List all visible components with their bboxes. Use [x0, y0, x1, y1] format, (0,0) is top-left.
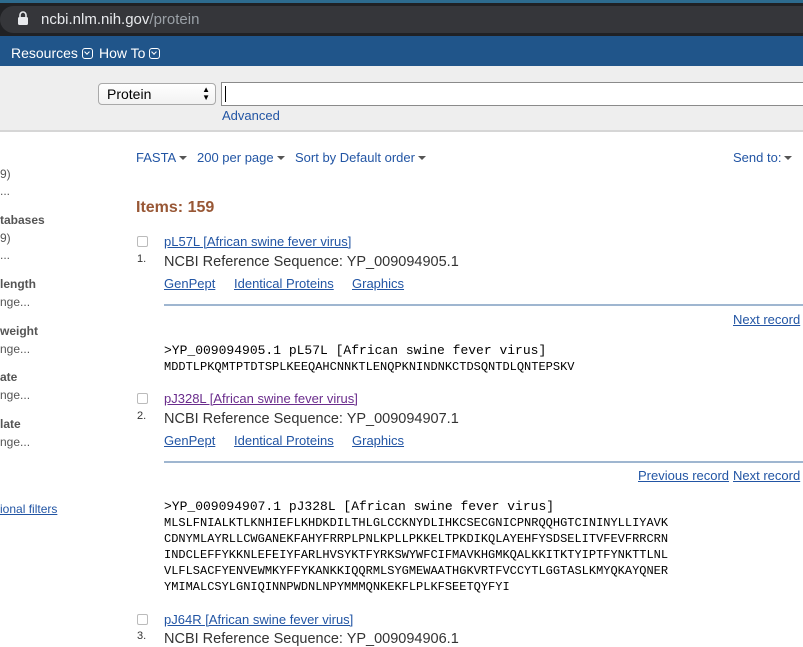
lock-icon — [18, 11, 28, 25]
database-select[interactable]: Protein ▲ ▼ — [98, 83, 216, 105]
sidebar-custom-range[interactable]: nge... — [0, 295, 30, 309]
record-divider — [164, 461, 803, 463]
sidebar-custom-range[interactable]: nge... — [0, 342, 30, 356]
reference-sequence: NCBI Reference Sequence: YP_009094905.1 — [164, 254, 459, 270]
sidebar-custom-range[interactable]: nge... — [0, 435, 30, 449]
fasta-header: >YP_009094907.1 pJ328L [African swine fe… — [164, 499, 555, 514]
sidebar-heading-date: late — [0, 417, 21, 431]
sidebar-count: 9) — [0, 231, 11, 245]
fasta-header: >YP_009094905.1 pL57L [African swine fev… — [164, 343, 547, 358]
result-number: 3. — [137, 630, 147, 642]
items-count: Items: 159 — [136, 199, 215, 216]
result-title-link[interactable]: pJ64R [African swine fever virus] — [164, 612, 353, 627]
caret-down-icon — [417, 156, 426, 160]
next-record-link[interactable]: Next record — [733, 468, 800, 483]
chevron-down-icon — [149, 48, 161, 59]
format-label: FASTA — [136, 150, 177, 165]
genpept-link[interactable]: GenPept — [164, 276, 215, 291]
reference-sequence: NCBI Reference Sequence: YP_009094907.1 — [164, 411, 459, 427]
per-page-dropdown[interactable]: 200 per page — [197, 150, 285, 165]
previous-record-link[interactable]: Previous record — [638, 468, 729, 483]
graphics-link[interactable]: Graphics — [352, 433, 404, 448]
caret-down-icon — [179, 156, 188, 160]
format-dropdown[interactable]: FASTA — [136, 150, 188, 165]
send-to-dropdown[interactable]: Send to: — [733, 150, 793, 165]
database-select-value: Protein — [107, 86, 152, 102]
sort-label: Sort by Default order — [295, 150, 415, 165]
identical-proteins-link[interactable]: Identical Proteins — [234, 276, 334, 291]
sidebar-custom-range[interactable]: nge... — [0, 388, 30, 402]
sort-dropdown[interactable]: Sort by Default order — [295, 150, 426, 165]
send-to-label: Send to: — [733, 150, 782, 165]
caret-down-icon — [276, 156, 285, 160]
graphics-link[interactable]: Graphics — [352, 276, 404, 291]
caret-down-icon — [784, 156, 793, 160]
url-host: ncbi.nlm.nih.gov — [41, 11, 150, 28]
record-divider — [164, 304, 803, 306]
howto-label: How To — [99, 45, 146, 61]
url-path: /protein — [149, 11, 200, 28]
next-record-link[interactable]: Next record — [733, 312, 800, 327]
result-checkbox[interactable] — [137, 236, 148, 247]
advanced-search-link[interactable]: Advanced — [222, 108, 280, 123]
resources-menu[interactable]: Resources — [11, 45, 93, 61]
resources-label: Resources — [11, 45, 78, 61]
result-number: 1. — [137, 253, 147, 265]
howto-menu[interactable]: How To — [99, 45, 161, 61]
genpept-link[interactable]: GenPept — [164, 433, 215, 448]
identical-proteins-link[interactable]: Identical Proteins — [234, 433, 334, 448]
additional-filters-link[interactable]: ional filters — [0, 502, 57, 516]
sidebar-heading-date: ate — [0, 370, 18, 384]
result-checkbox[interactable] — [137, 393, 148, 404]
sidebar-more[interactable]: ... — [0, 184, 10, 198]
fasta-sequence: MLSLFNIALKTLKNHIEFLKHDKDILTHLGLCCKNYDLIH… — [164, 516, 669, 594]
per-page-label: 200 per page — [197, 150, 274, 165]
sidebar-heading-weight: weight — [0, 324, 38, 338]
result-number: 2. — [137, 410, 147, 422]
chevron-down-icon — [81, 48, 93, 59]
result-title-link[interactable]: pL57L [African swine fever virus] — [164, 234, 351, 249]
sidebar-count: 9) — [0, 167, 11, 181]
url-text[interactable]: ncbi.nlm.nih.gov/protein — [41, 11, 199, 28]
result-checkbox[interactable] — [137, 614, 148, 625]
fasta-sequence: MDDTLPKQMTPTDTSPLKEEQAHCNNKTLENQPKNINDNK… — [164, 360, 575, 374]
reference-sequence: NCBI Reference Sequence: YP_009094906.1 — [164, 631, 459, 647]
text-caret — [225, 86, 226, 102]
sidebar-heading-databases: tabases — [0, 213, 45, 227]
search-input[interactable] — [221, 82, 803, 106]
sidebar-more[interactable]: ... — [0, 248, 10, 262]
select-arrows-icon: ▲ ▼ — [202, 85, 210, 102]
result-title-link[interactable]: pJ328L [African swine fever virus] — [164, 391, 358, 406]
sidebar-heading-length: length — [0, 277, 36, 291]
